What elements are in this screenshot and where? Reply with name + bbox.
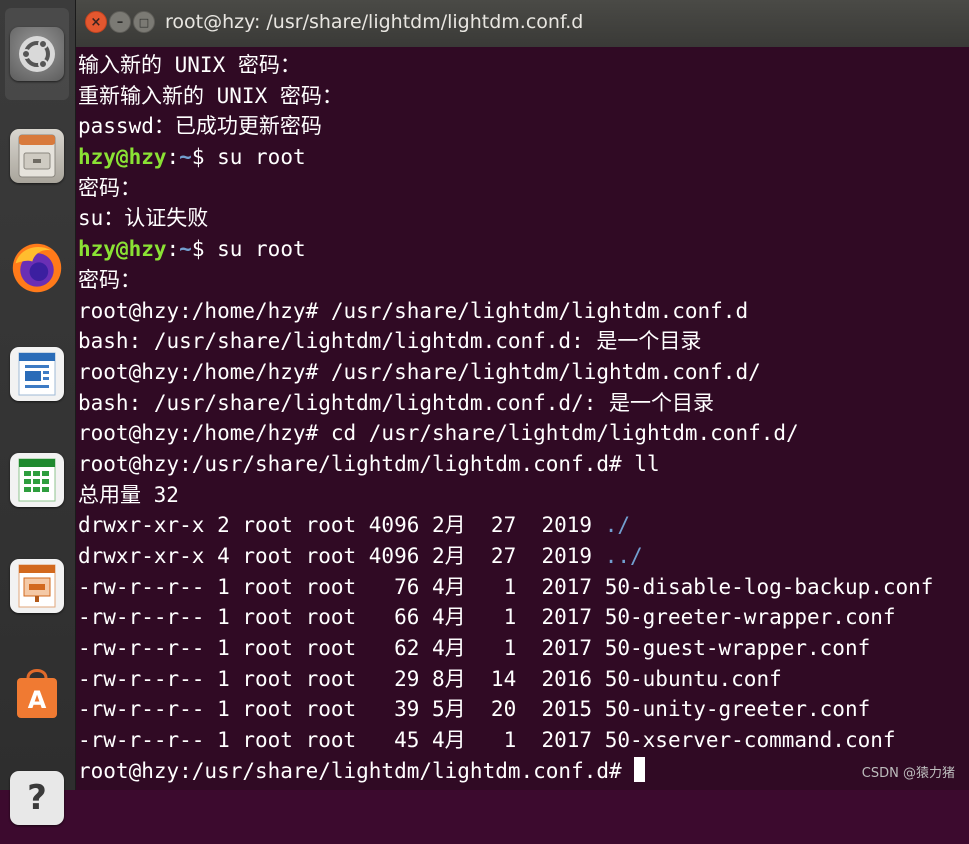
close-button[interactable]: × (85, 11, 107, 33)
launcher: A ? (0, 0, 76, 825)
launcher-item-firefox[interactable] (5, 222, 69, 314)
line-text: drwxr-xr-x 4 root root 4096 2月 27 2019 (78, 544, 605, 568)
close-icon: × (90, 14, 102, 30)
terminal-line: -rw-r--r-- 1 root root 29 8月 14 2016 50-… (78, 664, 969, 695)
text-cursor (634, 756, 646, 782)
line-text: -rw-r--r-- 1 root root 62 4月 1 2017 50-g… (78, 636, 871, 661)
line-text: 总用量 32 (78, 482, 179, 507)
launcher-item-impress[interactable] (5, 540, 69, 632)
line-text: root@hzy:/usr/share/lightdm/lightdm.conf… (78, 758, 635, 783)
terminal-line: passwd：已成功更新密码 (78, 111, 969, 142)
terminal-line: drwxr-xr-x 2 root root 4096 2月 27 2019 .… (78, 510, 969, 541)
terminal-line: -rw-r--r-- 1 root root 66 4月 1 2017 50-g… (78, 602, 969, 633)
watermark: CSDN @猿力猪 (861, 766, 955, 781)
terminal-line: root@hzy:/usr/share/lightdm/lightdm.conf… (78, 449, 969, 480)
prompt-separator: : (166, 145, 180, 170)
terminal-line: root@hzy:/home/hzy# /usr/share/lightdm/l… (78, 357, 969, 388)
terminal-line: -rw-r--r-- 1 root root 62 4月 1 2017 50-g… (78, 633, 969, 664)
terminal-line: root@hzy:/home/hzy# /usr/share/lightdm/l… (78, 296, 969, 327)
launcher-item-help[interactable]: ? (5, 752, 69, 844)
terminal-line: drwxr-xr-x 4 root root 4096 2月 27 2019 .… (78, 541, 969, 572)
prompt-user: hzy@hzy (78, 237, 167, 262)
line-text: root@hzy:/home/hzy# /usr/share/lightdm/l… (78, 298, 749, 323)
directory-name: ./ (604, 513, 631, 538)
ubuntu-logo-icon (10, 27, 64, 81)
command-text: $ su root (191, 237, 306, 262)
terminal-line: bash: /usr/share/lightdm/lightdm.conf.d/… (78, 388, 969, 419)
command-text: $ su root (191, 145, 306, 170)
prompt-separator: : (166, 237, 180, 262)
file-cabinet-icon (10, 129, 64, 183)
line-text: -rw-r--r-- 1 root root 66 4月 1 2017 50-g… (78, 605, 896, 630)
terminal-line: -rw-r--r-- 1 root root 45 4月 1 2017 50-x… (78, 725, 969, 756)
line-text: 输入新的 UNIX 密码： (78, 53, 301, 77)
writer-icon (10, 347, 64, 401)
calc-icon (10, 453, 64, 507)
line-text: su：认证失败 (78, 206, 209, 231)
terminal-line: 密码： (78, 265, 969, 296)
launcher-item-writer[interactable] (5, 328, 69, 420)
maximize-button[interactable]: □ (133, 11, 155, 33)
line-text: 密码： (78, 175, 141, 200)
terminal-line: hzy@hzy:~$ su root (78, 234, 969, 265)
line-text: -rw-r--r-- 1 root root 76 4月 1 2017 50-d… (78, 574, 934, 599)
help-icon: ? (10, 771, 64, 825)
terminal-line: 输入新的 UNIX 密码： (78, 50, 969, 81)
line-text: bash: /usr/share/lightdm/lightdm.conf.d:… (78, 329, 702, 354)
line-text: passwd：已成功更新密码 (78, 114, 322, 139)
line-text: -rw-r--r-- 1 root root 39 5月 20 2015 50-… (78, 697, 871, 722)
line-text: root@hzy:/home/hzy# /usr/share/lightdm/l… (78, 359, 761, 384)
launcher-item-software[interactable]: A (5, 646, 69, 738)
terminal-line: hzy@hzy:~$ su root (78, 142, 969, 173)
line-text: -rw-r--r-- 1 root root 29 8月 14 2016 50-… (78, 666, 782, 691)
window-titlebar[interactable]: × – □ root@hzy: /usr/share/lightdm/light… (76, 0, 969, 47)
launcher-item-dash[interactable] (5, 8, 69, 100)
terminal-line: root@hzy:/home/hzy# cd /usr/share/lightd… (78, 418, 969, 449)
line-text: root@hzy:/usr/share/lightdm/lightdm.conf… (78, 451, 660, 476)
terminal-line: su：认证失败 (78, 203, 969, 234)
line-text: 密码： (78, 267, 141, 292)
window-title: root@hzy: /usr/share/lightdm/lightdm.con… (165, 11, 584, 33)
line-text: root@hzy:/home/hzy# cd /usr/share/lightd… (78, 421, 799, 446)
terminal-line: -rw-r--r-- 1 root root 76 4月 1 2017 50-d… (78, 572, 969, 603)
terminal-line: 重新输入新的 UNIX 密码： (78, 81, 969, 112)
minimize-icon: – (116, 14, 124, 30)
launcher-item-files[interactable] (5, 110, 69, 202)
launcher-item-calc[interactable] (5, 434, 69, 526)
minimize-button[interactable]: – (109, 11, 131, 33)
terminal-line: 密码： (78, 173, 969, 204)
terminal-line: bash: /usr/share/lightdm/lightdm.conf.d:… (78, 326, 969, 357)
svg-text:A: A (28, 686, 47, 714)
impress-icon (10, 559, 64, 613)
line-text: -rw-r--r-- 1 root root 45 4月 1 2017 50-x… (78, 728, 896, 753)
shopping-bag-icon: A (10, 665, 64, 719)
terminal-line: 总用量 32 (78, 480, 969, 511)
terminal-output[interactable]: 输入新的 UNIX 密码： 重新输入新的 UNIX 密码： passwd：已成功更新… (76, 47, 969, 790)
line-text: bash: /usr/share/lightdm/lightdm.conf.d/… (78, 390, 715, 415)
line-text: drwxr-xr-x 2 root root 4096 2月 27 2019 (78, 513, 605, 538)
prompt-user: hzy@hzy (78, 145, 167, 170)
prompt-path: ~ (179, 145, 192, 170)
directory-name: ../ (604, 544, 643, 568)
firefox-icon (10, 241, 64, 295)
terminal-line: -rw-r--r-- 1 root root 39 5月 20 2015 50-… (78, 694, 969, 725)
line-text: 重新输入新的 UNIX 密码： (78, 83, 343, 108)
maximize-icon: □ (138, 15, 150, 29)
prompt-path: ~ (179, 237, 192, 262)
terminal-line: root@hzy:/usr/share/lightdm/lightdm.conf… (78, 756, 969, 787)
